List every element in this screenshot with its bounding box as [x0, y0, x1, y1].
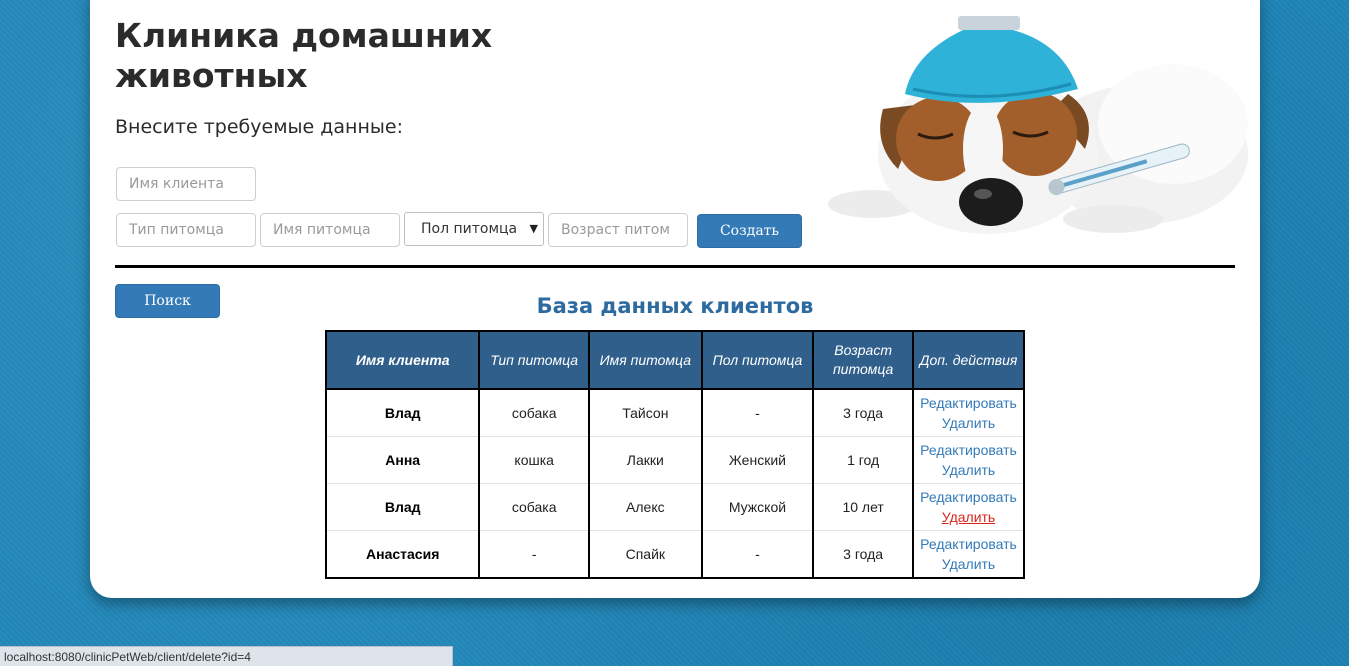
actions-cell: Редактировать Удалить — [912, 530, 1025, 579]
pet-name-cell: Тайсон — [588, 389, 703, 437]
client-name-input[interactable] — [116, 167, 256, 201]
edit-link[interactable]: Редактировать — [918, 487, 1019, 507]
form-instructions: Внесите требуемые данные: — [115, 116, 403, 138]
pet-gender-select[interactable]: Пол питомца ▼ — [404, 212, 544, 246]
pet-type-cell: собака — [478, 389, 591, 437]
pet-age-input[interactable] — [548, 213, 688, 247]
pet-gender-selected: Пол питомца — [421, 221, 518, 237]
delete-link[interactable]: Удалить — [918, 460, 1019, 480]
pet-type-cell: собака — [478, 483, 591, 531]
client-name-cell: Влад — [324, 483, 481, 531]
page-title: Клиника домашних животных — [115, 16, 493, 95]
sick-dog-image — [813, 14, 1250, 251]
edit-link[interactable]: Редактировать — [918, 393, 1019, 413]
pet-age-cell: 10 лет — [812, 483, 914, 531]
client-name-cell: Влад — [324, 389, 481, 437]
database-title: База данных клиентов — [536, 294, 814, 318]
column-header: Имя клиента — [324, 330, 481, 390]
edit-link[interactable]: Редактировать — [918, 440, 1019, 460]
table-row: Влад собака Алекс Мужской 10 лет Редакти… — [324, 483, 1025, 531]
pet-gender-cell: Мужской — [700, 483, 815, 531]
table-row: Анна кошка Лакки Женский 1 год Редактиро… — [324, 436, 1025, 484]
section-divider — [115, 265, 1235, 268]
pet-name-cell: Лакки — [588, 436, 703, 484]
pet-name-cell: Алекс — [588, 483, 703, 531]
pet-gender-cell: Женский — [700, 436, 815, 484]
table-header-row: Имя клиента Тип питомца Имя питомца Пол … — [324, 330, 1025, 390]
actions-cell: Редактировать Удалить — [912, 389, 1025, 437]
column-header: Тип питомца — [478, 330, 591, 390]
dropdown-arrow-icon: ▼ — [529, 222, 538, 235]
pet-type-cell: - — [478, 530, 591, 579]
edit-link[interactable]: Редактировать — [918, 534, 1019, 554]
column-header: Возраст питомца — [812, 330, 914, 390]
actions-cell: Редактировать Удалить — [912, 436, 1025, 484]
column-header: Имя питомца — [588, 330, 703, 390]
delete-link[interactable]: Удалить — [918, 507, 1019, 527]
delete-link[interactable]: Удалить — [918, 413, 1019, 433]
table-row: Влад собака Тайсон - 3 года Редактироват… — [324, 389, 1025, 437]
pet-age-cell: 1 год — [812, 436, 914, 484]
client-name-cell: Анна — [324, 436, 481, 484]
search-button[interactable]: Поиск — [115, 284, 220, 318]
clients-table: Имя клиента Тип питомца Имя питомца Пол … — [324, 330, 1025, 579]
table-row: Анастасия - Спайк - 3 года Редактировать… — [324, 530, 1025, 579]
column-header: Доп. действия — [912, 330, 1025, 390]
pet-gender-cell: - — [700, 530, 815, 579]
client-name-cell: Анастасия — [324, 530, 481, 579]
pet-type-cell: кошка — [478, 436, 591, 484]
pet-age-cell: 3 года — [812, 389, 914, 437]
pet-name-cell: Спайк — [588, 530, 703, 579]
pet-gender-cell: - — [700, 389, 815, 437]
pet-type-input[interactable] — [116, 213, 256, 247]
create-button[interactable]: Создать — [697, 214, 802, 248]
delete-link[interactable]: Удалить — [918, 554, 1019, 574]
pet-name-input[interactable] — [260, 213, 400, 247]
pet-age-cell: 3 года — [812, 530, 914, 579]
column-header: Пол питомца — [700, 330, 815, 390]
browser-status-bar: localhost:8080/clinicPetWeb/client/delet… — [0, 646, 453, 666]
actions-cell: Редактировать Удалить — [912, 483, 1025, 531]
